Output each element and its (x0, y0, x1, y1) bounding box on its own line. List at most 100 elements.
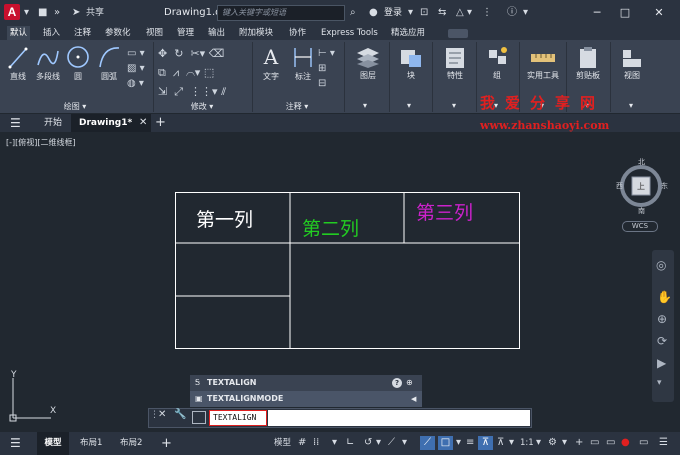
offset-icon[interactable]: ⫽ (221, 85, 226, 98)
leader-icon[interactable]: ⊢ ▾ (318, 46, 335, 61)
compass-north[interactable]: 北 (638, 157, 645, 167)
search-input[interactable]: 键入关键字或短语 (217, 5, 345, 21)
zoom-icon[interactable]: ⊕ (657, 312, 667, 326)
cell-text-2[interactable]: 第二列 (302, 214, 359, 241)
share-button[interactable]: 共享 (86, 0, 104, 26)
command-prompt-icon[interactable] (192, 411, 206, 424)
expand-left-icon[interactable]: ◀ (411, 391, 416, 407)
ortho-icon[interactable]: ∟ (346, 436, 354, 450)
model-space-button[interactable]: 模型 (274, 436, 291, 450)
ribbon-minimize-toggle[interactable] (448, 29, 468, 38)
clean-screen-icon[interactable]: ▭ (639, 436, 648, 450)
polar-chevron-icon[interactable]: ▾ (376, 436, 381, 450)
osnap-chevron-icon[interactable]: ▾ (456, 436, 461, 450)
trim-icon[interactable]: ✂ (190, 47, 199, 60)
grid-icon[interactable]: # (298, 436, 306, 450)
workspace-chevron-icon[interactable]: ▾ (562, 436, 567, 450)
autoscale-icon[interactable]: ⊼ (497, 436, 504, 450)
clipboard-tool[interactable]: 剪贴板 (570, 44, 606, 81)
more-icon[interactable]: » (54, 0, 60, 26)
explode-icon[interactable]: ⬚ (204, 66, 214, 79)
properties-expand-icon[interactable]: ▾ (452, 101, 456, 110)
compass-south[interactable]: 南 (638, 206, 645, 216)
gradient-icon[interactable]: ◍ ▾ (127, 76, 145, 91)
search-icon[interactable]: ⌕ (350, 0, 356, 26)
maximize-button[interactable]: □ (612, 0, 638, 26)
tab-parametric[interactable]: 参数化 (102, 26, 134, 40)
compass-west[interactable]: 西 (616, 181, 623, 191)
tab-view[interactable]: 视图 (143, 26, 166, 40)
pan-icon[interactable]: ✋ (657, 290, 672, 304)
annotation-monitor-icon[interactable]: + (575, 436, 583, 450)
tab-express-tools[interactable]: Express Tools (318, 26, 381, 40)
copy-icon[interactable]: ⧉ (158, 66, 166, 79)
dimension-tool[interactable]: 标注 (290, 43, 316, 82)
isodraft-chevron-icon[interactable]: ▾ (402, 436, 407, 450)
app-menu-chevron-icon[interactable]: ▾ (24, 0, 29, 26)
customization-icon[interactable]: ☰ (659, 436, 668, 450)
close-tab-icon[interactable]: ✕ (139, 114, 147, 132)
cell-text-3[interactable]: 第三列 (416, 198, 473, 225)
snap-chevron-icon[interactable]: ▾ (332, 436, 337, 450)
orbit-icon[interactable]: ⟳ (657, 334, 667, 348)
tab-featured-apps[interactable]: 精选应用 (388, 26, 428, 40)
object-snap-tracking-icon[interactable]: ⟋ (420, 436, 435, 450)
lineweight-icon[interactable]: ≡ (466, 436, 474, 450)
tab-home[interactable]: 默认 (7, 26, 31, 40)
rotate-icon[interactable]: ↻ (174, 47, 183, 60)
help-icon[interactable]: ⓘ (507, 0, 517, 26)
tab-manage[interactable]: 管理 (174, 26, 197, 40)
array-icon[interactable]: ⋮⋮ (190, 85, 212, 98)
table-icon[interactable]: ⊞ (318, 61, 335, 76)
compass-east[interactable]: 东 (661, 181, 668, 191)
cart-icon[interactable]: ⊡ (420, 0, 428, 26)
wcs-menu[interactable]: WCS (622, 221, 658, 232)
fillet-icon[interactable]: ⌒ (186, 66, 195, 79)
rectangle-icon[interactable]: ▭ ▾ (127, 46, 145, 61)
minimize-button[interactable]: ─ (584, 0, 610, 26)
group-tool[interactable]: 组 (482, 44, 512, 81)
quick-properties-icon[interactable]: ▭ (606, 436, 615, 450)
text-tool[interactable]: A 文字 (258, 43, 284, 82)
scale-icon[interactable]: ⤢ (174, 85, 183, 98)
annotation-panel-label[interactable]: 注释 ▾ (252, 102, 342, 112)
draw-panel-label[interactable]: 绘图 ▾ (0, 102, 150, 112)
layout-menu-icon[interactable]: ☰ (10, 432, 21, 455)
tab-annotate[interactable]: 注释 (71, 26, 94, 40)
block-tool[interactable]: 块 (395, 44, 427, 81)
help-icon[interactable]: ? (392, 378, 402, 388)
object-snap-icon[interactable]: □ (438, 436, 453, 450)
layers-tool[interactable]: 图层 (350, 44, 386, 81)
mirror-icon[interactable]: ⩘ (173, 66, 179, 79)
navbar-options-icon[interactable]: ▾ (657, 378, 662, 388)
tab-insert[interactable]: 插入 (40, 26, 63, 40)
login-button[interactable]: 登录 (384, 0, 402, 26)
tab-start[interactable]: 开始 (44, 114, 62, 132)
workspace-gear-icon[interactable]: ⚙ (548, 436, 557, 450)
erase-icon[interactable]: ⌫ (209, 47, 225, 60)
showmotion-icon[interactable]: ▶ (657, 356, 666, 370)
autoscale-chevron-icon[interactable]: ▾ (509, 436, 514, 450)
snap-icon[interactable]: ⁞⁞ (313, 436, 319, 450)
exchange-icon[interactable]: ⇆ (438, 0, 446, 26)
view-expand-icon[interactable]: ▾ (629, 101, 633, 110)
new-tab-icon[interactable]: + (155, 114, 166, 132)
move-icon[interactable]: ✥ (158, 47, 167, 60)
isodraft-icon[interactable]: ⟋ (388, 436, 395, 450)
circle-tool[interactable]: 圆 (66, 43, 90, 82)
user-icon[interactable]: ● (369, 0, 378, 26)
cell-text-1[interactable]: 第一列 (196, 205, 253, 232)
model-tab[interactable]: 模型 (37, 432, 69, 455)
view-tool[interactable]: 视图 (616, 44, 648, 81)
share-icon[interactable]: ➤ (72, 0, 80, 26)
layers-expand-icon[interactable]: ▾ (363, 101, 367, 110)
login-chevron-icon[interactable]: ▾ (408, 0, 413, 26)
save-icon[interactable]: ■ (38, 0, 47, 26)
command-input[interactable]: TEXTALIGN (209, 410, 267, 426)
properties-tool[interactable]: 特性 (438, 44, 472, 81)
scale-chevron-icon[interactable]: ▾ (536, 436, 541, 450)
utilities-tool[interactable]: 实用工具 (523, 44, 563, 81)
connect-chevron-icon[interactable]: ▾ (467, 0, 472, 26)
tab-output[interactable]: 输出 (205, 26, 228, 40)
customize-wrench-icon[interactable]: 🔧 (174, 409, 186, 420)
